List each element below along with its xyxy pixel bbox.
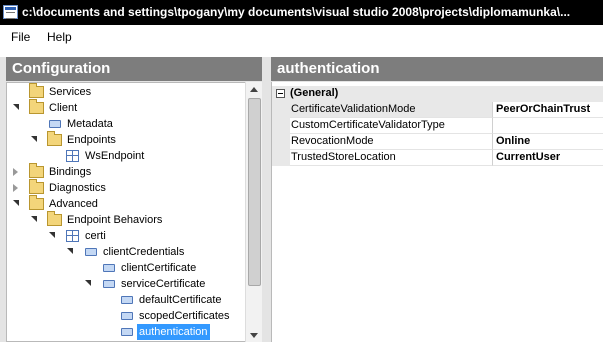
property-row[interactable]: CertificateValidationMode PeerOrChainTrus…	[272, 102, 603, 118]
property-value[interactable]	[492, 118, 603, 134]
tree-node-label: Advanced	[49, 198, 98, 210]
tree-node-label: Metadata	[67, 118, 113, 130]
property-name: RevocationMode	[290, 134, 492, 150]
property-row[interactable]: CustomCertificateValidatorType	[272, 118, 603, 134]
tree-node-label: Services	[49, 86, 92, 98]
configuration-header: Configuration	[6, 57, 262, 81]
collapse-arrow-icon[interactable]	[31, 136, 37, 142]
endpoint-icon	[66, 150, 79, 162]
tree-node-label: defaultCertificate	[139, 294, 222, 306]
collapse-arrow-icon[interactable]	[85, 280, 91, 286]
scroll-up-icon[interactable]	[250, 87, 258, 92]
properties-header: authentication	[271, 57, 603, 81]
title-bar[interactable]: c:\documents and settings\tpogany\my doc…	[0, 0, 603, 25]
scroll-down-icon[interactable]	[250, 333, 258, 338]
row-margin	[272, 134, 290, 150]
item-icon	[49, 120, 61, 128]
tree-node-label: Bindings	[49, 166, 92, 178]
folder-icon	[29, 163, 44, 178]
tree-node-label: Diagnostics	[49, 182, 106, 194]
collapse-arrow-icon[interactable]	[67, 248, 73, 254]
item-icon	[121, 312, 133, 320]
tree-node-label: clientCredentials	[103, 246, 185, 258]
tree-node-label: Client	[49, 102, 78, 114]
category-general[interactable]: (General)	[272, 86, 603, 102]
property-value[interactable]: CurrentUser	[492, 150, 603, 166]
tree-node-label: clientCertificate	[121, 262, 197, 274]
item-icon	[121, 296, 133, 304]
tree-node-label: WsEndpoint	[85, 150, 145, 162]
item-icon	[103, 280, 115, 288]
collapse-arrow-icon[interactable]	[13, 200, 19, 206]
property-name: TrustedStoreLocation	[290, 150, 492, 166]
row-margin	[272, 102, 290, 118]
category-label: (General)	[290, 87, 339, 99]
tree-node-label: certi	[85, 230, 106, 242]
scrollbar-thumb[interactable]	[248, 98, 261, 286]
item-icon	[121, 328, 133, 336]
folder-icon	[29, 179, 44, 194]
property-value[interactable]: PeerOrChainTrust	[492, 102, 603, 118]
tree-node-label: scopedCertificates	[139, 310, 230, 322]
row-margin	[272, 118, 290, 134]
menu-help[interactable]: Help	[47, 30, 72, 44]
configuration-tree: Services Client Metadata Endpoints WsEndpoin…	[6, 82, 262, 342]
tree-node-label: Endpoints	[67, 134, 116, 146]
menu-file[interactable]: File	[11, 30, 30, 44]
expand-arrow-icon[interactable]	[13, 184, 18, 192]
folder-icon	[47, 211, 62, 226]
folder-icon	[29, 195, 44, 210]
tree-node-label: Endpoint Behaviors	[67, 214, 163, 226]
configuration-title: Configuration	[12, 60, 111, 77]
tree-scrollbar[interactable]	[245, 82, 262, 342]
item-icon	[103, 264, 115, 272]
properties-title: authentication	[277, 60, 380, 77]
collapse-arrow-icon[interactable]	[13, 104, 19, 110]
row-margin	[272, 150, 290, 166]
behavior-icon	[66, 230, 79, 242]
property-row[interactable]: TrustedStoreLocation CurrentUser	[272, 150, 603, 166]
property-grid: (General) CertificateValidationMode PeerO…	[271, 82, 603, 342]
property-name: CustomCertificateValidatorType	[290, 118, 492, 134]
property-row[interactable]: RevocationMode Online	[272, 134, 603, 150]
menu-bar: File Help	[0, 25, 603, 47]
folder-icon	[29, 83, 44, 98]
tree-node-label: serviceCertificate	[121, 278, 206, 290]
folder-icon	[47, 131, 62, 146]
collapse-arrow-icon[interactable]	[31, 216, 37, 222]
item-icon	[85, 248, 97, 256]
collapse-icon[interactable]	[276, 89, 285, 98]
folder-icon	[29, 99, 44, 114]
property-value[interactable]: Online	[492, 134, 603, 150]
main-area: Configuration authentication Services Cli…	[0, 57, 603, 342]
expand-arrow-icon[interactable]	[13, 168, 18, 176]
window-title: c:\documents and settings\tpogany\my doc…	[22, 5, 571, 19]
tree-node-label: authentication	[137, 324, 210, 340]
app-window-icon[interactable]	[3, 5, 18, 19]
property-name: CertificateValidationMode	[290, 102, 492, 118]
collapse-arrow-icon[interactable]	[49, 232, 55, 238]
